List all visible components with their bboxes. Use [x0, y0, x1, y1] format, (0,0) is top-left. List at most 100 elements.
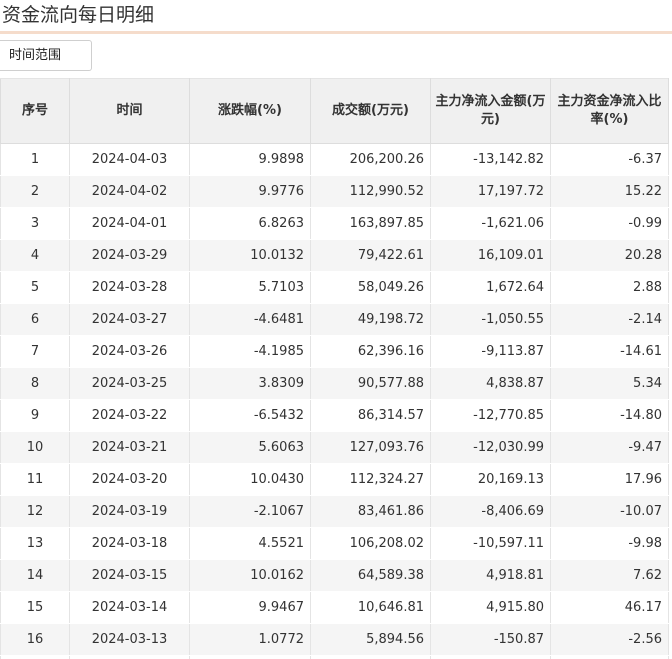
- cell-date: 2024-03-19: [69, 495, 190, 528]
- cell-change-pct: -4.6481: [189, 303, 311, 336]
- cell-index: 1: [0, 143, 70, 176]
- cell-index: 14: [0, 559, 70, 592]
- cell-change-pct: -4.1985: [189, 335, 311, 368]
- cell-date: 2024-03-28: [69, 271, 190, 304]
- cell-date: 2024-03-25: [69, 367, 190, 400]
- table-header-row: 序号 时间 涨跌幅(%) 成交额(万元) 主力净流入金额(万元) 主力资金净流入…: [0, 78, 669, 144]
- cell-main-net-inflow-ratio: 5.34: [550, 367, 669, 400]
- cell-date: 2024-03-18: [69, 527, 190, 560]
- cell-change-pct: 1.0772: [189, 623, 311, 656]
- cell-main-net-inflow-ratio: -10.07: [550, 495, 669, 528]
- cell-change-pct: 6.8263: [189, 207, 311, 240]
- table-row: 7 2024-03-26 -4.1985 62,396.16 -9,113.87 -14.…: [0, 335, 669, 368]
- cell-date: 2024-04-03: [69, 143, 190, 176]
- cell-index: 15: [0, 591, 70, 624]
- table-body: 1 2024-04-03 9.9898 206,200.26 -13,142.82 -6.…: [0, 143, 669, 659]
- cell-turnover: 5,894.56: [310, 623, 431, 656]
- cell-main-net-inflow-ratio: 20.28: [550, 239, 669, 272]
- cell-date: 2024-03-26: [69, 335, 190, 368]
- cell-main-net-inflow: -13,142.82: [430, 143, 551, 176]
- cell-turnover: 206,200.26: [310, 143, 431, 176]
- cell-main-net-inflow-ratio: 17.96: [550, 463, 669, 496]
- cell-change-pct: -2.1067: [189, 495, 311, 528]
- header-main-net-inflow-ratio[interactable]: 主力资金净流入比率(%): [550, 78, 669, 144]
- time-range-button[interactable]: 时间范围: [0, 40, 92, 71]
- cell-change-pct: 5.7103: [189, 271, 311, 304]
- cell-main-net-inflow-ratio: -6.37: [550, 143, 669, 176]
- cell-date: 2024-04-02: [69, 175, 190, 208]
- cell-turnover: 62,396.16: [310, 335, 431, 368]
- cell-main-net-inflow: 4,915.80: [430, 591, 551, 624]
- cell-index: 4: [0, 239, 70, 272]
- cell-main-net-inflow: -150.87: [430, 623, 551, 656]
- cell-date: [69, 655, 190, 659]
- cell-turnover: 106,208.02: [310, 527, 431, 560]
- cell-index: 13: [0, 527, 70, 560]
- table-row: 16 2024-03-13 1.0772 5,894.56 -150.87 -2.56: [0, 623, 669, 656]
- fund-flow-table-container[interactable]: 序号 时间 涨跌幅(%) 成交额(万元) 主力净流入金额(万元) 主力资金净流入…: [0, 78, 672, 659]
- table-row: 8 2024-03-25 3.8309 90,577.88 4,838.87 5.34: [0, 367, 669, 400]
- page: 资金流向每日明细 时间范围 序号 时间 涨跌幅(%) 成交额(万元) 主力净流入…: [0, 0, 672, 659]
- cell-turnover: 58,049.26: [310, 271, 431, 304]
- cell-main-net-inflow: -9,113.87: [430, 335, 551, 368]
- cell-change-pct: 9.9467: [189, 591, 311, 624]
- cell-date: 2024-03-20: [69, 463, 190, 496]
- cell-date: 2024-03-21: [69, 431, 190, 464]
- cell-main-net-inflow: 20,169.13: [430, 463, 551, 496]
- cell-main-net-inflow: -1,621.06: [430, 207, 551, 240]
- cell-index: 8: [0, 367, 70, 400]
- cell-change-pct: 4.5521: [189, 527, 311, 560]
- cell-date: 2024-04-01: [69, 207, 190, 240]
- cell-main-net-inflow-ratio: -9.98: [550, 527, 669, 560]
- page-title: 资金流向每日明细: [2, 4, 155, 26]
- cell-change-pct: 10.0430: [189, 463, 311, 496]
- table-row: 2 2024-04-02 9.9776 112,990.52 17,197.72 15.2…: [0, 175, 669, 208]
- cell-change-pct: 3.8309: [189, 367, 311, 400]
- cell-date: 2024-03-13: [69, 623, 190, 656]
- cell-main-net-inflow-ratio: -14.80: [550, 399, 669, 432]
- cell-turnover: 83,461.86: [310, 495, 431, 528]
- cell-index: 6: [0, 303, 70, 336]
- header-main-net-inflow[interactable]: 主力净流入金额(万元): [430, 78, 551, 144]
- cell-change-pct: 9.9898: [189, 143, 311, 176]
- table-row: 9 2024-03-22 -6.5432 86,314.57 -12,770.85 -14…: [0, 399, 669, 432]
- cell-main-net-inflow: -12,030.99: [430, 431, 551, 464]
- header-change-pct[interactable]: 涨跌幅(%): [189, 78, 311, 144]
- cell-main-net-inflow-ratio: -9.47: [550, 431, 669, 464]
- cell-turnover: 64,589.38: [310, 559, 431, 592]
- cell-main-net-inflow-ratio: -2.56: [550, 623, 669, 656]
- cell-turnover: [310, 655, 431, 659]
- cell-date: 2024-03-29: [69, 239, 190, 272]
- cell-main-net-inflow: 17,197.72: [430, 175, 551, 208]
- cell-change-pct: [189, 655, 311, 659]
- cell-index: 11: [0, 463, 70, 496]
- cell-main-net-inflow: -1,050.55: [430, 303, 551, 336]
- cell-main-net-inflow: 1,672.64: [430, 271, 551, 304]
- cell-date: 2024-03-14: [69, 591, 190, 624]
- cell-main-net-inflow: 4,918.81: [430, 559, 551, 592]
- cell-index: 7: [0, 335, 70, 368]
- cell-main-net-inflow: -12,770.85: [430, 399, 551, 432]
- cell-date: 2024-03-15: [69, 559, 190, 592]
- cell-turnover: 127,093.76: [310, 431, 431, 464]
- cell-main-net-inflow-ratio: -0.99: [550, 207, 669, 240]
- cell-main-net-inflow-ratio: 7.62: [550, 559, 669, 592]
- table-row: 3 2024-04-01 6.8263 163,897.85 -1,621.06 -0.9…: [0, 207, 669, 240]
- cell-main-net-inflow: 16,109.01: [430, 239, 551, 272]
- header-date: 时间: [69, 78, 190, 144]
- cell-main-net-inflow: -8,406.69: [430, 495, 551, 528]
- table-row: [0, 655, 669, 659]
- cell-turnover: 10,646.81: [310, 591, 431, 624]
- fund-flow-table: 序号 时间 涨跌幅(%) 成交额(万元) 主力净流入金额(万元) 主力资金净流入…: [0, 78, 669, 659]
- table-row: 6 2024-03-27 -4.6481 49,198.72 -1,050.55 -2.1…: [0, 303, 669, 336]
- table-row: 15 2024-03-14 9.9467 10,646.81 4,915.80 46.17: [0, 591, 669, 624]
- table-row: 11 2024-03-20 10.0430 112,324.27 20,169.13 17…: [0, 463, 669, 496]
- cell-date: 2024-03-27: [69, 303, 190, 336]
- cell-main-net-inflow: -10,597.11: [430, 527, 551, 560]
- header-turnover[interactable]: 成交额(万元): [310, 78, 431, 144]
- cell-turnover: 49,198.72: [310, 303, 431, 336]
- header-index: 序号: [0, 78, 70, 144]
- cell-main-net-inflow-ratio: [550, 655, 669, 659]
- cell-index: 10: [0, 431, 70, 464]
- cell-index: [0, 655, 70, 659]
